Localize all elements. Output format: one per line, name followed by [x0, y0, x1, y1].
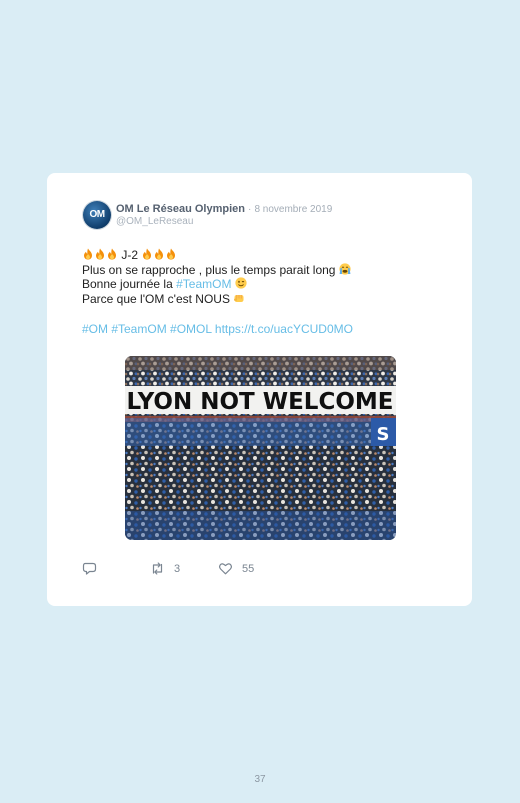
tweet-line-1: J-2 [82, 248, 462, 263]
fire-emoji [108, 248, 116, 260]
author-handle[interactable]: @OM_LeReseau [116, 216, 193, 227]
fire-emoji [96, 248, 104, 260]
crying-face-emoji [339, 262, 351, 275]
tweet-photo[interactable]: S LYON NOT WELCOME [125, 356, 396, 540]
fire-emoji [84, 248, 92, 260]
tweet-text: J-2 Plus on se rapproche , plus le temps… [82, 248, 462, 337]
stadium-crowd-photo: S LYON NOT WELCOME [125, 356, 396, 540]
fist-emoji [234, 294, 244, 302]
body-text: Plus on se rapproche , plus le temps par… [82, 262, 336, 277]
winking-face-emoji [235, 277, 247, 289]
retweet-count: 3 [174, 562, 181, 575]
body-text: Parce que l'OM c'est NOUS [82, 291, 230, 306]
fire-emoji [155, 248, 164, 260]
svg-text:S: S [377, 424, 390, 445]
tweet-line-2: Plus on se rapproche , plus le temps par… [82, 263, 462, 278]
fire-emoji [167, 248, 176, 260]
reply-button[interactable] [82, 561, 97, 576]
like-button[interactable]: 55 [218, 561, 254, 576]
tweet-line-3: Bonne journée la #TeamOM [82, 277, 462, 292]
avatar[interactable]: OM [83, 201, 111, 229]
retweet-icon [152, 562, 163, 575]
tweet-card: OM OM Le Réseau Olympien · 8 novembre 20… [47, 173, 472, 606]
retweet-button[interactable]: 3 [150, 561, 180, 576]
banner-text: LYON NOT WELCOME [127, 389, 394, 415]
fire-emoji [143, 248, 152, 260]
page-number: 37 [254, 774, 266, 785]
tweet-line-4: Parce que l'OM c'est NOUS [82, 292, 462, 307]
hashtags-and-url-link[interactable]: #OM #TeamOM #OMOL https://t.co/uacYCUD0M… [82, 322, 353, 336]
countdown-text: J-2 [121, 248, 139, 262]
tweet-date[interactable]: 8 novembre 2019 [254, 204, 332, 215]
separator-dot: · [248, 204, 252, 215]
author-row: OM Le Réseau Olympien · 8 novembre 2019 [116, 203, 332, 215]
like-count: 55 [242, 562, 255, 575]
heart-icon [219, 563, 232, 575]
author-name[interactable]: OM Le Réseau Olympien [116, 203, 245, 215]
action-bar: 3 55 [82, 561, 382, 577]
body-text: Bonne journée la [82, 277, 173, 291]
hashtag-link[interactable]: #TeamOM [176, 277, 231, 291]
reply-icon [82, 562, 97, 575]
tweet-line-links: #OM #TeamOM #OMOL https://t.co/uacYCUD0M… [82, 322, 462, 337]
